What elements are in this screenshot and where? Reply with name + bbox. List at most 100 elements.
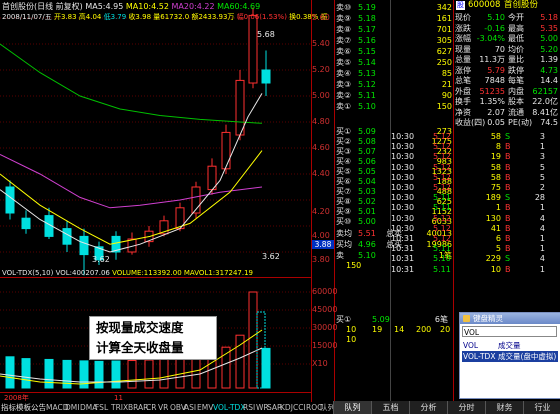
candle-body <box>5 186 15 214</box>
volume-bar <box>44 358 54 389</box>
indicator-tab[interactable]: 公告 <box>31 402 46 414</box>
chart-header-line1: 首创股份(日线 前复权) MA5:4.95 MA10:4.52 MA20:4.2… <box>2 2 260 12</box>
ask-label: 卖⑨ <box>336 14 352 23</box>
tick-row[interactable]: 10:31 5.11 10 B 1 <box>391 264 559 275</box>
indicator-tab[interactable]: TRIX <box>111 402 128 414</box>
indicator-name[interactable]: VOL-TDX(5,10) <box>2 269 53 277</box>
ask-price: 5.14 <box>358 58 376 67</box>
indicator-tab[interactable]: 指标 <box>1 402 16 414</box>
wizard-input[interactable]: VOL <box>462 326 557 337</box>
indicator-tab[interactable]: ROC <box>306 402 322 414</box>
chart-header-line2: 2008/11/07/五 开3.83 高4.04 低3.79 收3.98 量61… <box>2 12 328 22</box>
panel-tab[interactable]: 分析 <box>409 401 447 414</box>
queue-detail-2: 10 <box>336 334 454 345</box>
ask-row[interactable]: 卖④ 5.13 85 <box>336 68 454 79</box>
volume-bar <box>5 356 15 389</box>
indicator-tab[interactable]: EMV <box>197 402 213 414</box>
wizard-result-item[interactable]: VOL 成交量 <box>462 340 558 351</box>
indicator-tab[interactable]: BRAR <box>128 402 148 414</box>
ask-price: 5.15 <box>358 47 376 56</box>
quote-label: 均价 <box>508 44 524 54</box>
panel-tab[interactable]: 五档 <box>371 401 409 414</box>
quote-row: 现量 70 均价 5.20 <box>455 44 559 55</box>
tick-price: 5.11 <box>433 264 451 274</box>
quote-row: 涨跌 -0.16 最高 5.35 <box>455 23 559 34</box>
indicator-tab[interactable]: FSL <box>95 402 110 414</box>
popup-titlebar[interactable]: 键盘精灵 <box>460 313 560 324</box>
ask-row[interactable]: 卖⑨ 5.18 161 <box>336 13 454 24</box>
speed-annotation: 按现量成交速度 计算全天收盘量 <box>89 316 217 360</box>
quote-value: 0.05 <box>487 118 505 127</box>
indicator-tab[interactable]: OBV <box>170 402 186 414</box>
indicator-tab[interactable]: VR <box>158 402 169 414</box>
volume-bar <box>248 291 258 389</box>
indicator-tab[interactable]: KDJ <box>280 402 293 414</box>
ask-price: 5.11 <box>358 91 376 100</box>
indicator-tab[interactable]: ASI <box>184 402 196 414</box>
volume-tick: 45000 <box>312 305 338 314</box>
ask-label: 卖② <box>336 91 352 100</box>
quote-label: 外盘 <box>455 86 471 96</box>
indicator-tab[interactable]: DMA <box>80 402 97 414</box>
quote-label: PE(动) <box>508 118 533 127</box>
wizard-result-code: VOL <box>463 341 479 350</box>
quote-row: 收益(四) 0.05 PE(动) 74.5 <box>455 117 559 128</box>
ask-label: 卖⑥ <box>336 47 352 56</box>
candle-body <box>21 217 31 230</box>
bid-label: 买⑩ <box>336 217 352 226</box>
indicator-tab[interactable]: VOL-TDX <box>213 402 245 414</box>
indicator-tab[interactable]: RSI <box>243 402 255 414</box>
quote-label: 涨停 <box>455 65 471 75</box>
ask-row[interactable]: 卖② 5.11 90 <box>336 90 454 101</box>
quote-header: 股 600008 首创股份 <box>454 0 560 11</box>
quote-value: 5.79 <box>487 65 505 75</box>
tick-time: 10:31 <box>391 264 415 274</box>
panel-tab[interactable]: 行业 <box>523 401 560 414</box>
quote-value: 5.35 <box>540 23 558 33</box>
quote-value: 5.20 <box>540 44 558 54</box>
ask-volume: 305 <box>436 36 452 45</box>
ask-price: 5.17 <box>358 25 376 34</box>
ask-row[interactable]: 卖① 5.10 150 <box>336 101 454 112</box>
bar-date: 2008/11/07/五 <box>2 13 52 21</box>
low-annotation-left: 3.62 <box>92 255 110 264</box>
volume-bar <box>127 360 137 389</box>
tick-flag: B <box>505 264 511 274</box>
quote-label: 今开 <box>508 13 524 22</box>
quote-label: 收益(四) <box>455 118 486 127</box>
quote-value: 1.35% <box>479 97 505 106</box>
ask-row[interactable]: 卖⑧ 5.17 701 <box>336 24 454 35</box>
ask-row[interactable]: 卖③ 5.12 21 <box>336 79 454 90</box>
volume-bar <box>261 347 271 389</box>
indicator-tab[interactable]: CR <box>146 402 157 414</box>
quote-label: 股本 <box>508 97 524 106</box>
indicator-tab[interactable]: WR <box>256 402 269 414</box>
indicator-vol: VOL:400207.06 <box>55 269 110 277</box>
quote-row: 换手 1.35% 股本 22.0亿 <box>455 96 559 107</box>
ask-row[interactable]: 卖⑤ 5.14 250 <box>336 57 454 68</box>
indicator-tab[interactable]: CCI <box>293 402 306 414</box>
bid-price: 5.00 <box>358 217 376 226</box>
ask-price: 5.13 <box>358 69 376 78</box>
quote-label: 最高 <box>508 23 524 33</box>
panel-tab[interactable]: 财务 <box>485 401 523 414</box>
indicator-tab[interactable]: MACD <box>46 402 68 414</box>
keyboard-wizard-popup[interactable]: 键盘精灵 VOL VOL 成交量 VOL-TDX 成交量(盘中虚拟) <box>459 312 560 399</box>
quote-value: 7848 <box>484 76 505 85</box>
indicator-tab[interactable]: SAR <box>267 402 282 414</box>
ask-row[interactable]: 卖⑩ 5.19 342 <box>336 2 454 13</box>
panel-tab[interactable]: 队列 <box>333 401 371 414</box>
quote-label: 每笔 <box>508 76 524 85</box>
panel-tab[interactable]: 分时 <box>447 401 485 414</box>
ask-row[interactable]: 卖⑥ 5.15 627 <box>336 46 454 57</box>
indicator-mavol1: MAVOL1:317247.19 <box>183 269 254 277</box>
quote-value: 22.0亿 <box>532 97 558 106</box>
quote-value: 1.39 <box>540 55 558 64</box>
wizard-result-item-selected[interactable]: VOL-TDX 成交量(盘中虚拟) <box>462 351 558 362</box>
indicator-tab[interactable]: 模板 <box>16 402 31 414</box>
quote-label: 总笔 <box>455 76 471 85</box>
ask-price: 5.12 <box>358 80 376 89</box>
quote-label: 跌停 <box>508 65 524 75</box>
ask-row[interactable]: 卖⑦ 5.16 305 <box>336 35 454 46</box>
indicator-tab[interactable]: DMI <box>65 402 79 414</box>
